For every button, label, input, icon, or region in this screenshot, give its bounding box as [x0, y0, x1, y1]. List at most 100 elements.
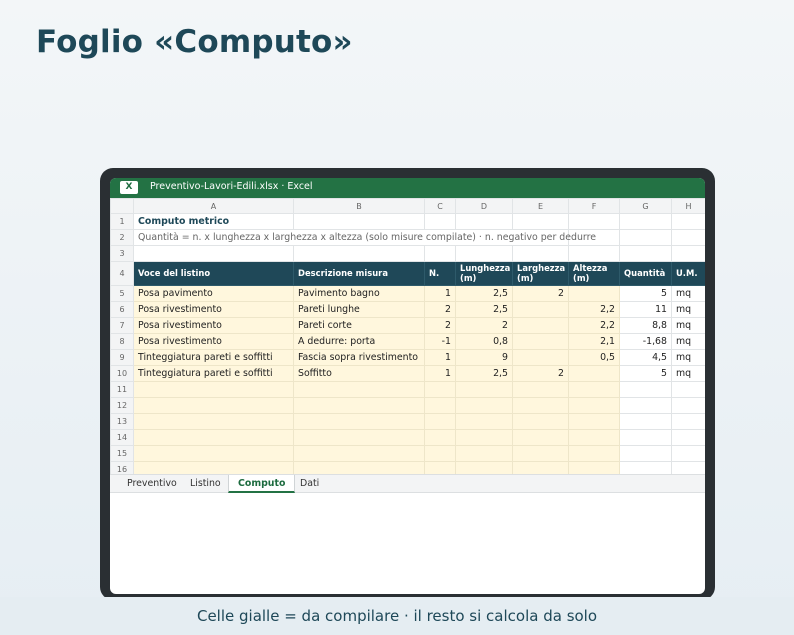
cell[interactable] [293, 445, 425, 462]
row-number[interactable]: 13 [110, 413, 134, 430]
tab-computo[interactable]: Computo [228, 475, 296, 493]
cell[interactable] [424, 213, 456, 230]
cell-altezza[interactable] [568, 285, 620, 302]
cell[interactable] [133, 413, 294, 430]
cell[interactable] [455, 429, 513, 446]
cell[interactable] [455, 245, 513, 262]
cell-voce[interactable]: Posa rivestimento [133, 317, 294, 334]
cell-lunghezza[interactable]: 2,5 [455, 301, 513, 318]
cell[interactable] [568, 413, 620, 430]
cell-quantita[interactable]: -1,68 [619, 333, 672, 350]
cell-descrizione[interactable]: Pareti lunghe [293, 301, 425, 318]
cell[interactable] [133, 245, 294, 262]
formula-note-cell[interactable]: Quantità = n. x lunghezza x larghezza x … [133, 229, 596, 246]
cell-larghezza[interactable] [512, 349, 569, 366]
cell[interactable] [512, 213, 569, 230]
cell-quantita[interactable]: 4,5 [619, 349, 672, 366]
row-number[interactable]: 5 [110, 285, 134, 302]
cell-um[interactable]: mq [671, 365, 705, 382]
header-um[interactable]: U.M. [671, 261, 705, 286]
row-number[interactable]: 6 [110, 301, 134, 318]
cell-descrizione[interactable]: Soffitto [293, 365, 425, 382]
cell-voce[interactable]: Posa pavimento [133, 285, 294, 302]
cell[interactable] [455, 381, 513, 398]
select-all-corner[interactable] [110, 198, 134, 214]
column-header[interactable]: D [455, 198, 513, 214]
tab-preventivo[interactable]: Preventivo [118, 475, 186, 493]
row-number[interactable]: 12 [110, 397, 134, 414]
cell-n[interactable]: 1 [424, 285, 456, 302]
cell-um[interactable]: mq [671, 333, 705, 350]
cell-lunghezza[interactable]: 2 [455, 317, 513, 334]
cell[interactable] [293, 429, 425, 446]
cell-quantita[interactable]: 5 [619, 365, 672, 382]
cell[interactable] [455, 397, 513, 414]
cell[interactable] [133, 429, 294, 446]
cell[interactable] [293, 381, 425, 398]
column-header[interactable]: A [133, 198, 294, 214]
column-header[interactable]: E [512, 198, 569, 214]
cell[interactable] [133, 381, 294, 398]
header-voce[interactable]: Voce del listino [133, 261, 294, 286]
cell[interactable] [568, 213, 620, 230]
cell-larghezza[interactable] [512, 333, 569, 350]
cell[interactable] [133, 397, 294, 414]
cell[interactable] [568, 445, 620, 462]
header-lunghezza[interactable]: Lunghezza (m) [455, 261, 513, 286]
cell-quantita[interactable]: 5 [619, 285, 672, 302]
cell-voce[interactable]: Posa rivestimento [133, 333, 294, 350]
column-header[interactable]: B [293, 198, 425, 214]
cell-voce[interactable]: Tinteggiatura pareti e soffitti [133, 365, 294, 382]
cell-n[interactable]: 1 [424, 349, 456, 366]
cell[interactable] [512, 381, 569, 398]
cell-n[interactable]: -1 [424, 333, 456, 350]
cell[interactable] [619, 229, 672, 246]
cell[interactable] [293, 397, 425, 414]
row-number[interactable]: 4 [110, 261, 134, 286]
row-number[interactable]: 7 [110, 317, 134, 334]
cell[interactable] [619, 445, 672, 462]
cell[interactable] [133, 445, 294, 462]
cell-quantita[interactable]: 11 [619, 301, 672, 318]
cell-larghezza[interactable] [512, 301, 569, 318]
cell-larghezza[interactable] [512, 317, 569, 334]
cell[interactable] [568, 245, 620, 262]
cell[interactable] [671, 429, 705, 446]
cell-um[interactable]: mq [671, 301, 705, 318]
row-number[interactable]: 1 [110, 213, 134, 230]
cell-larghezza[interactable]: 2 [512, 285, 569, 302]
cell[interactable] [619, 213, 672, 230]
cell[interactable] [671, 397, 705, 414]
cell-um[interactable]: mq [671, 285, 705, 302]
column-header[interactable]: G [619, 198, 672, 214]
column-header[interactable]: F [568, 198, 620, 214]
header-descrizione[interactable]: Descrizione misura [293, 261, 425, 286]
column-header[interactable]: C [424, 198, 456, 214]
row-number[interactable]: 11 [110, 381, 134, 398]
cell[interactable] [455, 413, 513, 430]
cell-n[interactable]: 2 [424, 317, 456, 334]
cell[interactable] [455, 213, 513, 230]
row-number[interactable]: 15 [110, 445, 134, 462]
cell[interactable] [424, 445, 456, 462]
row-number[interactable]: 14 [110, 429, 134, 446]
cell[interactable] [619, 245, 672, 262]
cell-descrizione[interactable]: A dedurre: porta [293, 333, 425, 350]
cell-lunghezza[interactable]: 0,8 [455, 333, 513, 350]
cell-voce[interactable]: Posa rivestimento [133, 301, 294, 318]
cell[interactable] [671, 413, 705, 430]
cell[interactable] [619, 397, 672, 414]
cell-n[interactable]: 2 [424, 301, 456, 318]
cell[interactable] [671, 213, 705, 230]
cell[interactable] [424, 381, 456, 398]
cell-voce[interactable]: Tinteggiatura pareti e soffitti [133, 349, 294, 366]
cell[interactable] [512, 397, 569, 414]
header-altezza[interactable]: Altezza (m) [568, 261, 620, 286]
cell[interactable] [512, 445, 569, 462]
cell-n[interactable]: 1 [424, 365, 456, 382]
cell-altezza[interactable]: 0,5 [568, 349, 620, 366]
cell[interactable] [293, 245, 425, 262]
cell[interactable] [293, 213, 425, 230]
cell-altezza[interactable]: 2,1 [568, 333, 620, 350]
cell-um[interactable]: mq [671, 317, 705, 334]
